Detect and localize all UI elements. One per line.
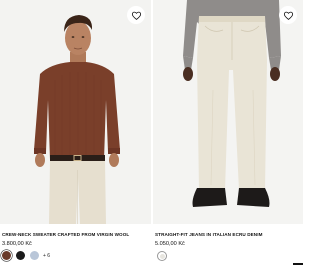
product-card-sweater[interactable]: CREW-NECK SWEATER CRAFTED FROM VIRGIN WO… <box>0 0 151 270</box>
color-swatch-ecru[interactable] <box>157 251 167 261</box>
product-name[interactable]: CREW-NECK SWEATER CRAFTED FROM VIRGIN WO… <box>2 232 129 237</box>
color-swatch-black[interactable] <box>16 251 25 260</box>
heart-outline-icon <box>283 11 293 20</box>
product-card-jeans[interactable]: STRAIGHT-FIT JEANS IN ITALIAN ECRU DENIM… <box>153 0 303 270</box>
product-image-sweater[interactable] <box>0 0 151 224</box>
product-price: 5.050,00 Kč <box>155 241 185 247</box>
product-image-jeans[interactable] <box>153 0 303 224</box>
scroll-indicator <box>293 263 303 265</box>
color-swatch-brown[interactable] <box>2 251 11 260</box>
product-price: 3.800,00 Kč <box>2 241 32 247</box>
heart-outline-icon <box>131 11 141 20</box>
favorite-button-sweater[interactable] <box>127 6 145 24</box>
product-name[interactable]: STRAIGHT-FIT JEANS IN ITALIAN ECRU DENIM <box>155 232 263 237</box>
color-swatch-light-blue[interactable] <box>30 251 39 260</box>
favorite-button-jeans[interactable] <box>279 6 297 24</box>
more-colors-count[interactable]: + 6 <box>43 253 50 259</box>
model-photo-sweater <box>0 0 151 224</box>
color-swatches: + 6 <box>2 251 50 260</box>
model-photo-jeans <box>153 0 303 224</box>
product-grid: CREW-NECK SWEATER CRAFTED FROM VIRGIN WO… <box>0 0 303 270</box>
